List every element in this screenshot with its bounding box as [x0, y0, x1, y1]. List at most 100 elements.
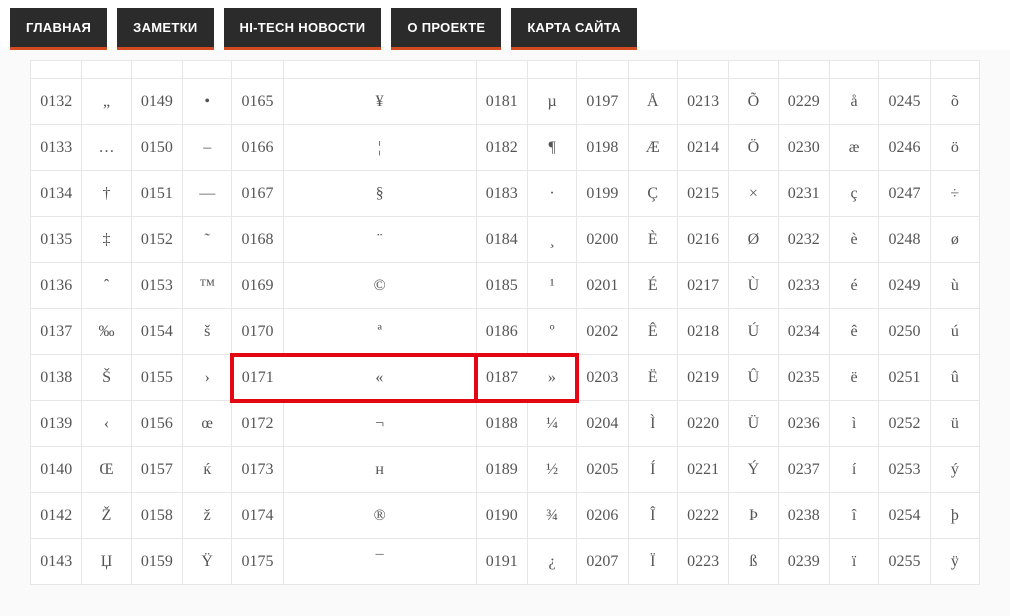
code-cell: 0254 — [879, 493, 930, 539]
char-cell: Ö — [729, 125, 778, 171]
code-cell: 0181 — [476, 79, 527, 125]
char-cell: Ú — [729, 309, 778, 355]
code-cell: 0197 — [577, 79, 628, 125]
char-cell: ¹ — [527, 263, 576, 309]
table-row: 0134†0151—0167§0183·0199Ç0215×0231ç0247÷ — [31, 171, 980, 217]
char-cell: ® — [283, 493, 476, 539]
char-cell: Ï — [628, 539, 677, 585]
char-cell: — — [183, 171, 232, 217]
char-cell: ÷ — [930, 171, 979, 217]
table-row: 0140Œ0157ќ0173н0189½0205Í0221Ý0237í0253ý — [31, 447, 980, 493]
char-cell: É — [628, 263, 677, 309]
code-cell: 0134 — [31, 171, 82, 217]
code-cell: 0132 — [31, 79, 82, 125]
code-cell: 0253 — [879, 447, 930, 493]
partial-cell — [527, 61, 576, 79]
code-cell: 0152 — [131, 217, 182, 263]
char-cell: Í — [628, 447, 677, 493]
code-cell: 0157 — [131, 447, 182, 493]
char-cell: ˆ — [82, 263, 131, 309]
code-cell: 0202 — [577, 309, 628, 355]
code-cell: 0200 — [577, 217, 628, 263]
char-cell: è — [829, 217, 878, 263]
code-cell: 0245 — [879, 79, 930, 125]
table-row: 0143Џ0159Ÿ0175¯0191¿0207Ï0223ß0239ï0255ÿ — [31, 539, 980, 585]
code-cell: 0191 — [476, 539, 527, 585]
char-cell: Ü — [729, 401, 778, 447]
table-row: 0133…0150–0166¦0182¶0198Æ0214Ö0230æ0246ö — [31, 125, 980, 171]
partial-cell — [677, 61, 728, 79]
char-cell: ÿ — [930, 539, 979, 585]
char-cell: ¿ — [527, 539, 576, 585]
code-cell: 0166 — [232, 125, 283, 171]
char-cell: ù — [930, 263, 979, 309]
partial-cell — [778, 61, 829, 79]
code-cell: 0159 — [131, 539, 182, 585]
code-cell: 0167 — [232, 171, 283, 217]
partial-cell — [82, 61, 131, 79]
partial-cell — [628, 61, 677, 79]
char-cell: ø — [930, 217, 979, 263]
partial-cell — [729, 61, 778, 79]
char-cell: õ — [930, 79, 979, 125]
code-cell: 0171 — [232, 355, 283, 401]
code-cell: 0188 — [476, 401, 527, 447]
char-cell: ú — [930, 309, 979, 355]
char-cell: † — [82, 171, 131, 217]
nav-item-sitemap[interactable]: КАРТА САЙТА — [511, 8, 637, 50]
char-cell: Ê — [628, 309, 677, 355]
char-cell: Š — [82, 355, 131, 401]
top-nav: ГЛАВНАЯ ЗАМЕТКИ HI-TECH НОВОСТИ О ПРОЕКТ… — [0, 0, 1010, 50]
code-cell: 0133 — [31, 125, 82, 171]
char-cell: º — [527, 309, 576, 355]
code-cell: 0150 — [131, 125, 182, 171]
char-cell: · — [527, 171, 576, 217]
code-cell: 0219 — [677, 355, 728, 401]
nav-item-about[interactable]: О ПРОЕКТЕ — [391, 8, 501, 50]
code-cell: 0247 — [879, 171, 930, 217]
code-cell: 0184 — [476, 217, 527, 263]
char-cell: „ — [82, 79, 131, 125]
char-cell: þ — [930, 493, 979, 539]
nav-item-home[interactable]: ГЛАВНАЯ — [10, 8, 107, 50]
code-cell: 0189 — [476, 447, 527, 493]
code-cell: 0234 — [778, 309, 829, 355]
char-cell: í — [829, 447, 878, 493]
code-cell: 0172 — [232, 401, 283, 447]
char-cell: ª — [283, 309, 476, 355]
code-cell: 0223 — [677, 539, 728, 585]
code-cell: 0222 — [677, 493, 728, 539]
char-cell: ¾ — [527, 493, 576, 539]
code-cell: 0170 — [232, 309, 283, 355]
code-cell: 0214 — [677, 125, 728, 171]
table-row: 0132„0149•0165¥0181µ0197Å0213Õ0229å0245õ — [31, 79, 980, 125]
char-cell: ý — [930, 447, 979, 493]
code-cell: 0246 — [879, 125, 930, 171]
code-cell: 0229 — [778, 79, 829, 125]
code-cell: 0142 — [31, 493, 82, 539]
char-cell: ™ — [183, 263, 232, 309]
table-row: 0138Š0155›0171«0187»0203Ë0219Û0235ë0251û — [31, 355, 980, 401]
char-cell: é — [829, 263, 878, 309]
code-cell: 0239 — [778, 539, 829, 585]
partial-cell — [283, 61, 476, 79]
char-cell: å — [829, 79, 878, 125]
nav-item-notes[interactable]: ЗАМЕТКИ — [117, 8, 213, 50]
char-cell: Џ — [82, 539, 131, 585]
nav-item-hitech[interactable]: HI-TECH НОВОСТИ — [224, 8, 382, 50]
code-cell: 0139 — [31, 401, 82, 447]
char-cell: ß — [729, 539, 778, 585]
code-cell: 0204 — [577, 401, 628, 447]
char-cell: ¯ — [283, 539, 476, 585]
code-cell: 0138 — [31, 355, 82, 401]
char-cell: ¨ — [283, 217, 476, 263]
code-cell: 0216 — [677, 217, 728, 263]
char-cell: Ç — [628, 171, 677, 217]
char-cell: æ — [829, 125, 878, 171]
partial-cell — [930, 61, 979, 79]
char-cell: ½ — [527, 447, 576, 493]
partial-cell — [131, 61, 182, 79]
table-row: 0142Ž0158ž0174®0190¾0206Î0222Þ0238î0254þ — [31, 493, 980, 539]
char-cell: ‡ — [82, 217, 131, 263]
code-cell: 0198 — [577, 125, 628, 171]
